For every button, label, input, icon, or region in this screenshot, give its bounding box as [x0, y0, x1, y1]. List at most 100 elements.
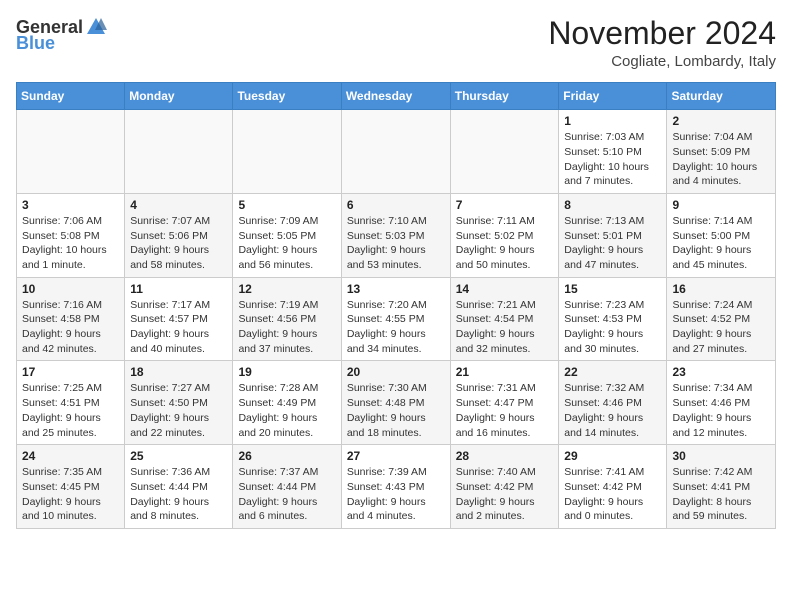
day-info: Sunrise: 7:28 AM Sunset: 4:49 PM Dayligh… — [238, 381, 335, 440]
table-row — [450, 110, 559, 194]
day-number: 20 — [347, 365, 445, 379]
day-info: Sunrise: 7:30 AM Sunset: 4:48 PM Dayligh… — [347, 381, 445, 440]
day-number: 5 — [238, 198, 335, 212]
table-row: 15 Sunrise: 7:23 AM Sunset: 4:53 PM Dayli… — [559, 277, 667, 361]
day-number: 28 — [456, 449, 554, 463]
header-friday: Friday — [559, 83, 667, 110]
location-title: Cogliate, Lombardy, Italy — [548, 53, 776, 70]
logo-icon — [85, 16, 107, 38]
day-number: 26 — [238, 449, 335, 463]
day-number: 29 — [564, 449, 661, 463]
day-number: 14 — [456, 282, 554, 296]
day-info: Sunrise: 7:25 AM Sunset: 4:51 PM Dayligh… — [22, 381, 119, 440]
table-row: 28 Sunrise: 7:40 AM Sunset: 4:42 PM Dayli… — [450, 445, 559, 529]
header-saturday: Saturday — [667, 83, 776, 110]
day-number: 24 — [22, 449, 119, 463]
calendar-week-row: 3 Sunrise: 7:06 AM Sunset: 5:08 PM Daylig… — [17, 193, 776, 277]
calendar-header-row: Sunday Monday Tuesday Wednesday Thursday… — [17, 83, 776, 110]
table-row — [125, 110, 233, 194]
header-sunday: Sunday — [17, 83, 125, 110]
table-row: 9Sunrise: 7:14 AM Sunset: 5:00 PM Daylig… — [667, 193, 776, 277]
day-number: 12 — [238, 282, 335, 296]
table-row: 19 Sunrise: 7:28 AM Sunset: 4:49 PM Dayli… — [233, 361, 341, 445]
day-info: Sunrise: 7:21 AM Sunset: 4:54 PM Dayligh… — [456, 298, 554, 357]
day-info: Sunrise: 7:07 AM Sunset: 5:06 PM Dayligh… — [130, 214, 227, 273]
day-info: Sunrise: 7:27 AM Sunset: 4:50 PM Dayligh… — [130, 381, 227, 440]
day-info: Sunrise: 7:10 AM Sunset: 5:03 PM Dayligh… — [347, 214, 445, 273]
day-info: Sunrise: 7:39 AM Sunset: 4:43 PM Dayligh… — [347, 465, 445, 524]
day-info: Sunrise: 7:23 AM Sunset: 4:53 PM Dayligh… — [564, 298, 661, 357]
day-number: 21 — [456, 365, 554, 379]
day-number: 4 — [130, 198, 227, 212]
day-number: 30 — [672, 449, 770, 463]
day-info: Sunrise: 7:32 AM Sunset: 4:46 PM Dayligh… — [564, 381, 661, 440]
logo-blue: Blue — [16, 34, 55, 52]
day-info: Sunrise: 7:34 AM Sunset: 4:46 PM Dayligh… — [672, 381, 770, 440]
table-row: 11 Sunrise: 7:17 AM Sunset: 4:57 PM Dayli… — [125, 277, 233, 361]
day-number: 9 — [672, 198, 770, 212]
day-number: 6 — [347, 198, 445, 212]
day-info: Sunrise: 7:41 AM Sunset: 4:42 PM Dayligh… — [564, 465, 661, 524]
day-number: 27 — [347, 449, 445, 463]
day-number: 13 — [347, 282, 445, 296]
table-row: 20 Sunrise: 7:30 AM Sunset: 4:48 PM Dayli… — [341, 361, 450, 445]
day-number: 16 — [672, 282, 770, 296]
calendar-week-row: 17 Sunrise: 7:25 AM Sunset: 4:51 PM Dayli… — [17, 361, 776, 445]
logo: General Blue — [16, 16, 107, 52]
table-row: 30 Sunrise: 7:42 AM Sunset: 4:41 PM Dayli… — [667, 445, 776, 529]
day-info: Sunrise: 7:42 AM Sunset: 4:41 PM Dayligh… — [672, 465, 770, 524]
table-row — [17, 110, 125, 194]
day-info: Sunrise: 7:19 AM Sunset: 4:56 PM Dayligh… — [238, 298, 335, 357]
day-info: Sunrise: 7:35 AM Sunset: 4:45 PM Dayligh… — [22, 465, 119, 524]
table-row: 13 Sunrise: 7:20 AM Sunset: 4:55 PM Dayli… — [341, 277, 450, 361]
day-info: Sunrise: 7:06 AM Sunset: 5:08 PM Dayligh… — [22, 214, 119, 273]
table-row: 23 Sunrise: 7:34 AM Sunset: 4:46 PM Dayli… — [667, 361, 776, 445]
table-row: 4 Sunrise: 7:07 AM Sunset: 5:06 PM Daylig… — [125, 193, 233, 277]
table-row: 26Sunrise: 7:37 AM Sunset: 4:44 PM Dayli… — [233, 445, 341, 529]
page-header: General Blue November 2024 Cogliate, Lom… — [16, 16, 776, 70]
calendar-table: Sunday Monday Tuesday Wednesday Thursday… — [16, 82, 776, 529]
table-row: 7Sunrise: 7:11 AM Sunset: 5:02 PM Daylig… — [450, 193, 559, 277]
table-row: 22 Sunrise: 7:32 AM Sunset: 4:46 PM Dayli… — [559, 361, 667, 445]
day-number: 15 — [564, 282, 661, 296]
day-info: Sunrise: 7:17 AM Sunset: 4:57 PM Dayligh… — [130, 298, 227, 357]
table-row — [341, 110, 450, 194]
day-number: 19 — [238, 365, 335, 379]
day-number: 11 — [130, 282, 227, 296]
day-info: Sunrise: 7:09 AM Sunset: 5:05 PM Dayligh… — [238, 214, 335, 273]
day-number: 25 — [130, 449, 227, 463]
day-info: Sunrise: 7:40 AM Sunset: 4:42 PM Dayligh… — [456, 465, 554, 524]
table-row: 25 Sunrise: 7:36 AM Sunset: 4:44 PM Dayli… — [125, 445, 233, 529]
table-row: 24 Sunrise: 7:35 AM Sunset: 4:45 PM Dayli… — [17, 445, 125, 529]
table-row: 17 Sunrise: 7:25 AM Sunset: 4:51 PM Dayli… — [17, 361, 125, 445]
header-monday: Monday — [125, 83, 233, 110]
table-row: 6 Sunrise: 7:10 AM Sunset: 5:03 PM Daylig… — [341, 193, 450, 277]
table-row: 29 Sunrise: 7:41 AM Sunset: 4:42 PM Dayli… — [559, 445, 667, 529]
table-row: 27 Sunrise: 7:39 AM Sunset: 4:43 PM Dayli… — [341, 445, 450, 529]
day-info: Sunrise: 7:31 AM Sunset: 4:47 PM Dayligh… — [456, 381, 554, 440]
day-number: 17 — [22, 365, 119, 379]
table-row: 1Sunrise: 7:03 AM Sunset: 5:10 PM Daylig… — [559, 110, 667, 194]
day-info: Sunrise: 7:20 AM Sunset: 4:55 PM Dayligh… — [347, 298, 445, 357]
table-row: 8Sunrise: 7:13 AM Sunset: 5:01 PM Daylig… — [559, 193, 667, 277]
day-number: 1 — [564, 114, 661, 128]
day-number: 8 — [564, 198, 661, 212]
day-number: 22 — [564, 365, 661, 379]
month-title: November 2024 — [548, 16, 776, 51]
table-row: 16Sunrise: 7:24 AM Sunset: 4:52 PM Dayli… — [667, 277, 776, 361]
calendar-week-row: 1Sunrise: 7:03 AM Sunset: 5:10 PM Daylig… — [17, 110, 776, 194]
day-number: 3 — [22, 198, 119, 212]
table-row: 3 Sunrise: 7:06 AM Sunset: 5:08 PM Daylig… — [17, 193, 125, 277]
table-row: 21 Sunrise: 7:31 AM Sunset: 4:47 PM Dayli… — [450, 361, 559, 445]
day-info: Sunrise: 7:04 AM Sunset: 5:09 PM Dayligh… — [672, 130, 770, 189]
day-info: Sunrise: 7:16 AM Sunset: 4:58 PM Dayligh… — [22, 298, 119, 357]
table-row: 14 Sunrise: 7:21 AM Sunset: 4:54 PM Dayli… — [450, 277, 559, 361]
table-row — [233, 110, 341, 194]
header-thursday: Thursday — [450, 83, 559, 110]
table-row: 5 Sunrise: 7:09 AM Sunset: 5:05 PM Daylig… — [233, 193, 341, 277]
day-info: Sunrise: 7:36 AM Sunset: 4:44 PM Dayligh… — [130, 465, 227, 524]
day-number: 23 — [672, 365, 770, 379]
day-info: Sunrise: 7:11 AM Sunset: 5:02 PM Dayligh… — [456, 214, 554, 273]
table-row: 2Sunrise: 7:04 AM Sunset: 5:09 PM Daylig… — [667, 110, 776, 194]
calendar-week-row: 10Sunrise: 7:16 AM Sunset: 4:58 PM Dayli… — [17, 277, 776, 361]
